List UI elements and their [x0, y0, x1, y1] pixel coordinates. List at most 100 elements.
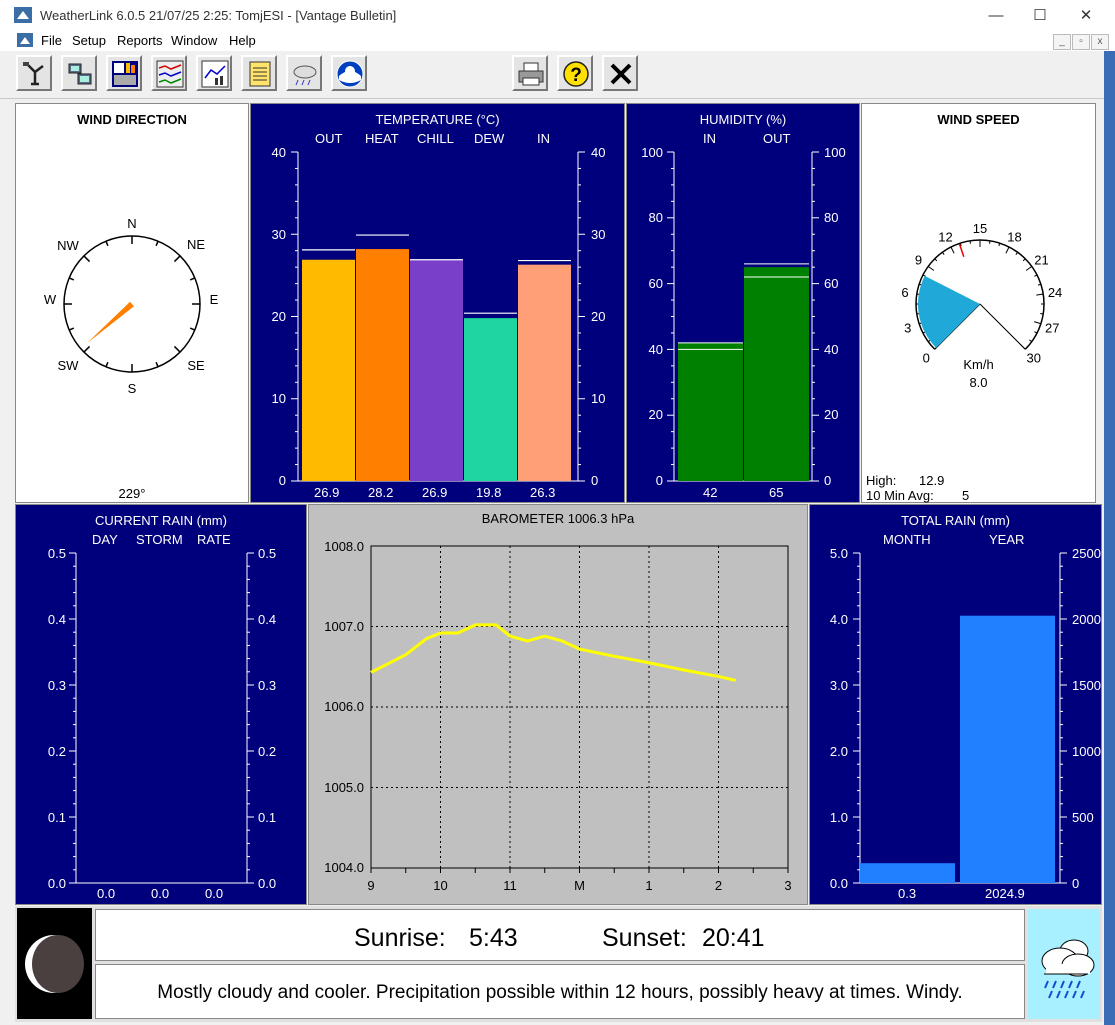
gauge-end-line: [979, 303, 1026, 350]
sunset-time: 20:41: [702, 924, 765, 952]
train-rtick-500: 500: [1072, 810, 1094, 825]
desktop-background: [1104, 51, 1115, 1025]
humidity-panel: HUMIDITY (%) IN OUT 100 80 60 40 20 0 10…: [626, 103, 860, 503]
exit-button[interactable]: [602, 55, 638, 91]
temp-rtick-40: 40: [591, 145, 605, 160]
barometer-chart: 1008.0 1007.0 1006.0 1005.0 1004.0 9 10 11…: [324, 539, 791, 893]
strip-charts-button[interactable]: [151, 55, 187, 91]
mdi-restore-button[interactable]: ▫: [1072, 34, 1090, 50]
hum-tick-60: 60: [649, 276, 663, 291]
temp-tick-30: 30: [272, 227, 286, 242]
temperature-chart: 40 30 20 10 0 40 30 20 10 0: [272, 145, 606, 488]
toolbar: ?: [0, 51, 1115, 99]
train-tick-20: 2.0: [830, 744, 848, 759]
document-icon: [17, 33, 33, 47]
baro-ytick-1004: 1004.0: [324, 860, 364, 875]
temp-bar-chill: [410, 259, 463, 481]
title-bar: WeatherLink 6.0.5 21/07/25 2:25: TomjESI…: [0, 0, 1115, 32]
hum-tick-40: 40: [649, 342, 663, 357]
sunrise-time: 5:43: [469, 924, 518, 952]
baro-xtick-label: 10: [433, 878, 447, 893]
rain-rtick-03: 0.3: [258, 678, 276, 693]
baro-ytick-1007: 1007.0: [324, 619, 364, 634]
forecast-icon-box: [1028, 909, 1100, 1019]
station-button[interactable]: [16, 55, 52, 91]
gauge-label: 21: [1034, 252, 1048, 267]
temp-tick-40: 40: [272, 145, 286, 160]
menu-reports[interactable]: Reports: [117, 33, 163, 48]
menu-bar: File Setup Reports Window Help _ ▫ x: [0, 31, 1115, 51]
rain-tick-05: 0.5: [48, 546, 66, 561]
forecast-button[interactable]: [286, 55, 322, 91]
plot-button[interactable]: [196, 55, 232, 91]
menu-setup[interactable]: Setup: [72, 33, 106, 48]
noaa-icon: [336, 60, 364, 88]
help-button[interactable]: ?: [557, 55, 593, 91]
mdi-minimize-button[interactable]: _: [1053, 34, 1071, 50]
download-icon: [68, 63, 92, 85]
barometer-trend-line: [370, 623, 737, 682]
temp-bar-heat: [356, 249, 409, 481]
summary-button[interactable]: [241, 55, 277, 91]
train-tick-50: 5.0: [830, 546, 848, 561]
rain-tick-03: 0.3: [48, 678, 66, 693]
menu-file[interactable]: File: [41, 33, 62, 48]
compass-label-nw: NW: [57, 238, 79, 253]
wind-compass: N NE E SE S SW W NW: [44, 216, 219, 396]
rain-rtick-02: 0.2: [258, 744, 276, 759]
hum-rtick-20: 20: [824, 407, 838, 422]
bulletin-button[interactable]: [106, 55, 142, 91]
maximize-button[interactable]: ☐: [1017, 0, 1063, 31]
rain-tick-01: 0.1: [48, 810, 66, 825]
close-button[interactable]: ✕: [1063, 0, 1109, 31]
humidity-bar-out: [744, 267, 809, 481]
hum-rtick-60: 60: [824, 276, 838, 291]
minimize-button[interactable]: —: [973, 0, 1019, 31]
gauge-tick: [1015, 251, 1019, 255]
gauge-label: 6: [901, 285, 908, 300]
bulletin-icon: [112, 61, 138, 87]
train-rtick-2000: 2000: [1072, 612, 1101, 627]
menu-window[interactable]: Window: [171, 33, 217, 48]
baro-xtick-label: 1: [645, 878, 652, 893]
print-button[interactable]: [512, 55, 548, 91]
gauge-tick: [1029, 339, 1033, 343]
baro-xtick-label: 9: [367, 878, 374, 893]
download-button[interactable]: [61, 55, 97, 91]
train-rtick-1000: 1000: [1072, 744, 1101, 759]
baro-xtick-label: 2: [715, 878, 722, 893]
hum-rtick-40: 40: [824, 342, 838, 357]
baro-ytick-1006: 1006.0: [324, 699, 364, 714]
train-rtick-0: 0: [1072, 876, 1079, 891]
forecast-cloud-icon: [293, 65, 317, 86]
total-rain-value-month: 0.3: [898, 886, 917, 901]
hum-tick-100: 100: [641, 145, 663, 160]
barometer-panel: BAROMETER 1006.3 hPa 1008.0 1007.0 1006.…: [308, 504, 808, 905]
bottom-strip: Sunrise: 5:43 Sunset: 20:41 Mostly cloud…: [15, 906, 1102, 1022]
temp-value-dew: 19.8: [476, 485, 502, 500]
gauge-label: 9: [915, 252, 922, 267]
strip-charts-icon: [156, 60, 184, 88]
wind-avg-value: 5: [962, 488, 970, 503]
sunrise-label: Sunrise:: [354, 924, 446, 952]
forecast-box: Mostly cloudy and cooler. Precipitation …: [95, 964, 1025, 1019]
train-rtick-1500: 1500: [1072, 678, 1101, 693]
hum-tick-20: 20: [649, 407, 663, 422]
gauge-label: 12: [938, 229, 952, 244]
app-icon: [14, 7, 32, 23]
wind-high-value: 12.9: [919, 473, 945, 488]
window-title: WeatherLink 6.0.5 21/07/25 2:25: TomjESI…: [40, 8, 397, 23]
plot-icon: [201, 60, 229, 88]
mdi-close-button[interactable]: x: [1091, 34, 1109, 50]
gauge-label: 18: [1007, 229, 1021, 244]
sunset-label: Sunset:: [602, 924, 687, 952]
total-rain-value-year: 2024.9: [985, 886, 1025, 901]
menu-help[interactable]: Help: [229, 33, 256, 48]
gauge-tick: [1036, 293, 1044, 296]
noaa-button[interactable]: [331, 55, 367, 91]
wind-high-marker: [958, 244, 965, 257]
temp-tick-10: 10: [272, 391, 286, 406]
hum-tick-80: 80: [649, 210, 663, 225]
temp-bar-out: [302, 259, 355, 481]
humidity-value-out: 65: [769, 485, 784, 500]
